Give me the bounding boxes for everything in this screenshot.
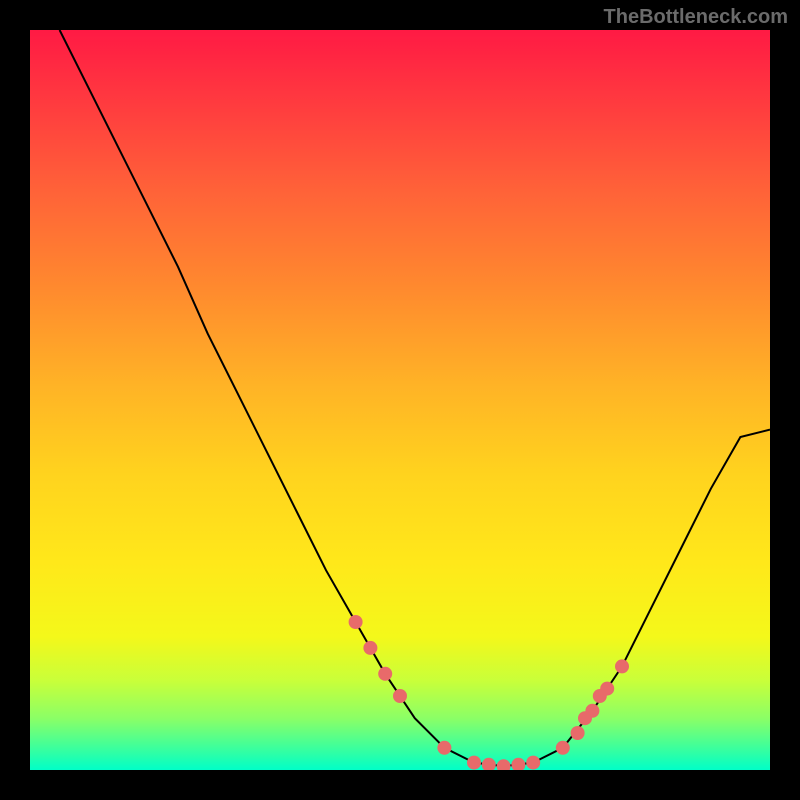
marker-group [349, 615, 629, 770]
data-marker [349, 615, 363, 629]
data-marker [571, 726, 585, 740]
attribution-text: TheBottleneck.com [604, 6, 788, 29]
chart-plot-area [30, 30, 770, 770]
data-marker [526, 756, 540, 770]
data-marker [615, 659, 629, 673]
data-marker [497, 759, 511, 770]
data-marker [600, 682, 614, 696]
data-marker [393, 689, 407, 703]
data-marker [511, 758, 525, 770]
data-marker [363, 641, 377, 655]
chart-svg [30, 30, 770, 770]
bottleneck-curve [60, 30, 770, 766]
data-marker [378, 667, 392, 681]
data-marker [585, 704, 599, 718]
data-marker [556, 741, 570, 755]
data-marker [437, 741, 451, 755]
data-marker [467, 756, 481, 770]
data-marker [482, 758, 496, 770]
